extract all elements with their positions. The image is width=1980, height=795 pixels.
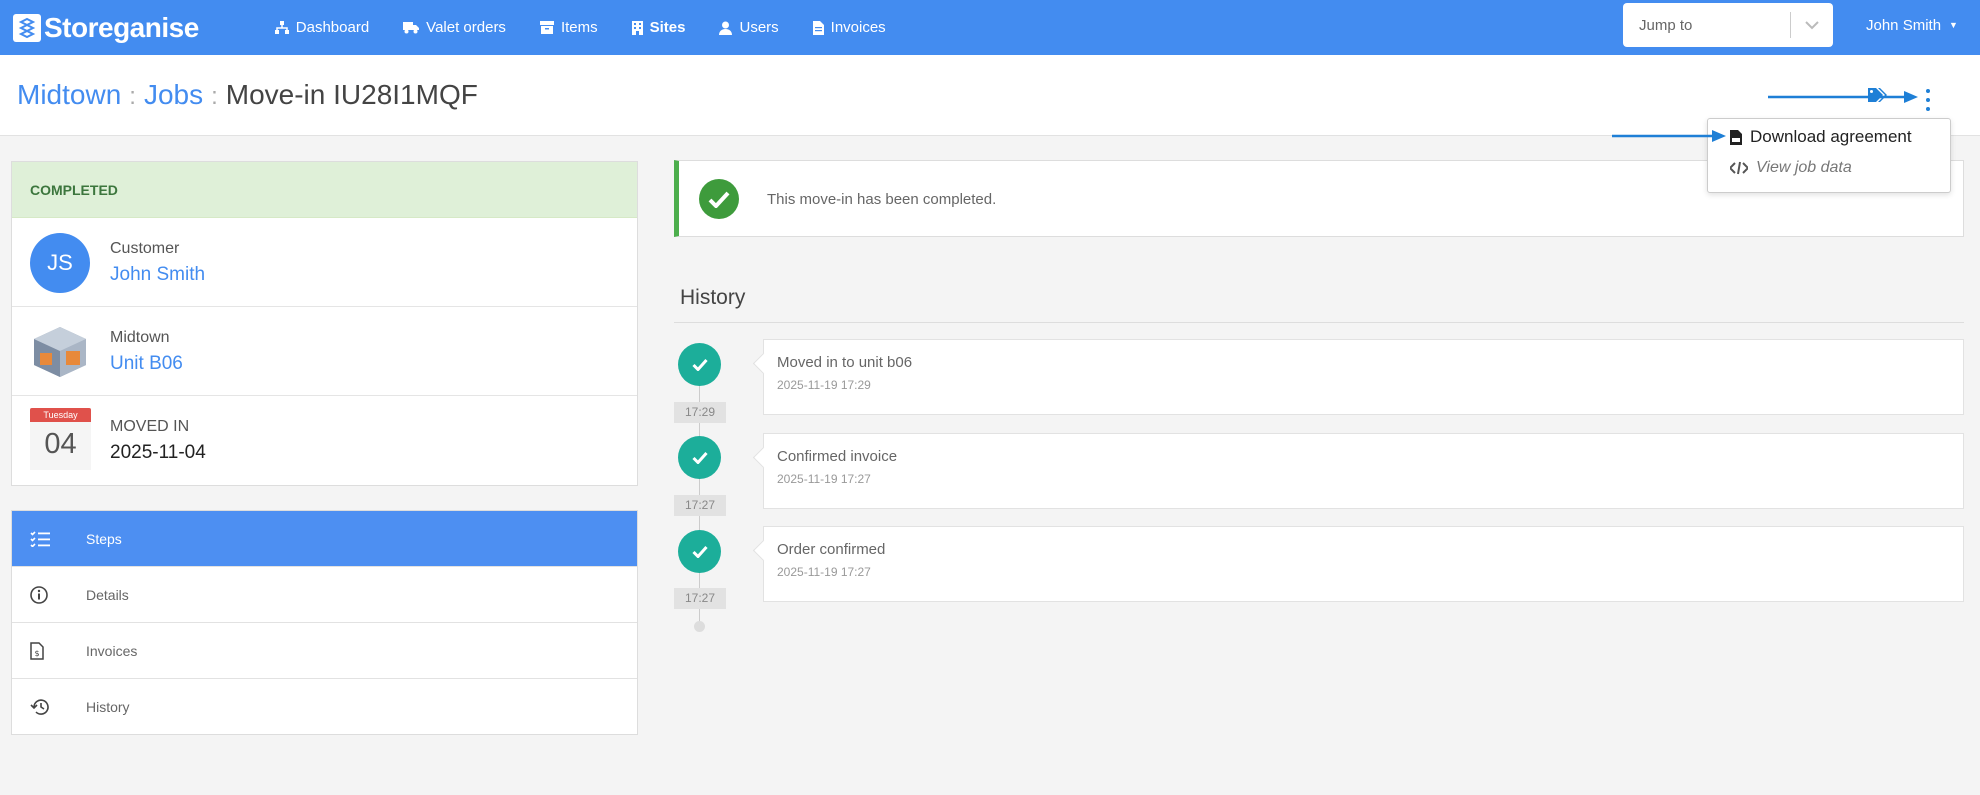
nav-items[interactable]: Items xyxy=(539,19,598,36)
view-job-data-item[interactable]: View job data xyxy=(1730,159,1852,177)
info-circle-icon xyxy=(30,585,70,604)
calendar-weekday: Tuesday xyxy=(30,408,91,422)
alert-message: This move-in has been completed. xyxy=(767,191,997,208)
breadcrumb-site[interactable]: Midtown xyxy=(17,79,121,111)
nav-users-label: Users xyxy=(739,19,779,36)
brand[interactable]: Storeganise xyxy=(13,0,199,55)
building-image-icon xyxy=(34,327,86,377)
timeline-end-dot xyxy=(694,621,705,632)
job-side-nav: Steps Details $ Invoices History xyxy=(11,510,638,735)
calendar-day: 04 xyxy=(44,428,77,460)
history-event-date: 2025-11-19 17:27 xyxy=(777,472,871,486)
breadcrumb-jobs[interactable]: Jobs xyxy=(144,79,203,111)
unit-link[interactable]: Unit B06 xyxy=(110,353,183,375)
sitemap-icon xyxy=(274,21,289,34)
more-options-menu: Download agreement View job data xyxy=(1707,118,1951,193)
nav-invoices-label: Invoices xyxy=(830,19,886,36)
nav-valet-orders-label: Valet orders xyxy=(426,19,506,36)
history-icon xyxy=(30,698,70,716)
customer-label: Customer xyxy=(110,240,180,257)
avatar: JS xyxy=(30,233,90,293)
timeline-time: 17:29 xyxy=(674,402,726,423)
breadcrumb: Midtown : Jobs : Move-in IU28I1MQF xyxy=(17,79,478,111)
job-summary-card: COMPLETED JS Customer John Smith Midtown… xyxy=(11,161,638,486)
brand-logo-icon xyxy=(13,13,41,42)
history-event-date: 2025-11-19 17:27 xyxy=(777,565,871,579)
customer-row: JS Customer John Smith xyxy=(12,218,637,307)
caret-down-icon: ▼ xyxy=(1949,20,1958,30)
history-event: Confirmed invoice 2025-11-19 17:27 xyxy=(763,433,1964,509)
calendar-icon: Tuesday 04 xyxy=(30,408,91,470)
history-event-title: Confirmed invoice xyxy=(777,448,898,465)
side-nav-steps-label: Steps xyxy=(86,530,122,547)
user-menu[interactable]: John Smith ▼ xyxy=(1866,0,1958,50)
breadcrumb-separator: : xyxy=(211,83,218,110)
archive-icon xyxy=(539,21,554,34)
side-nav-invoices-label: Invoices xyxy=(86,642,138,659)
history-event: Moved in to unit b06 2025-11-19 17:29 xyxy=(763,339,1964,415)
history-event-date: 2025-11-19 17:29 xyxy=(777,378,871,392)
nav-sites-label: Sites xyxy=(649,19,686,36)
history-event-title: Moved in to unit b06 xyxy=(777,354,913,371)
chevron-down-icon[interactable] xyxy=(1791,20,1833,30)
page-title: Move-in IU28I1MQF xyxy=(225,79,478,110)
history-divider xyxy=(674,322,1964,323)
side-nav-steps[interactable]: Steps xyxy=(12,511,637,567)
user-icon xyxy=(719,21,733,35)
user-name: John Smith xyxy=(1866,16,1942,34)
history-event: Order confirmed 2025-11-19 17:27 xyxy=(763,526,1964,602)
file-pdf-icon xyxy=(1730,129,1742,145)
annotation-arrow-icon xyxy=(1768,91,1918,103)
nav-sites[interactable]: Sites xyxy=(631,19,686,36)
brand-name: Storeganise xyxy=(44,11,199,43)
moved-in-date: 2025-11-04 xyxy=(110,442,206,463)
check-icon xyxy=(678,436,721,479)
invoice-icon: $ xyxy=(30,641,70,660)
nav-valet-orders[interactable]: Valet orders xyxy=(403,19,506,36)
side-nav-history[interactable]: History xyxy=(12,679,637,735)
side-nav-invoices[interactable]: $ Invoices xyxy=(12,623,637,679)
file-icon xyxy=(812,20,824,35)
check-icon xyxy=(678,530,721,573)
top-navbar: Storeganise Dashboard Valet orders Items… xyxy=(0,0,1980,55)
breadcrumb-separator: : xyxy=(129,83,136,110)
unit-site-label: Midtown xyxy=(110,329,170,346)
nav-users[interactable]: Users xyxy=(719,19,779,36)
nav-invoices[interactable]: Invoices xyxy=(812,19,886,36)
building-icon xyxy=(631,20,643,35)
side-nav-details-label: Details xyxy=(86,586,129,603)
more-options-icon[interactable] xyxy=(1924,89,1932,111)
view-job-data-label: View job data xyxy=(1756,159,1852,176)
unit-row: Midtown Unit B06 xyxy=(12,307,637,396)
history-heading: History xyxy=(680,286,746,309)
nav-dashboard[interactable]: Dashboard xyxy=(274,19,370,36)
code-icon xyxy=(1730,161,1748,175)
customer-name-link[interactable]: John Smith xyxy=(110,264,205,286)
download-agreement-item[interactable]: Download agreement xyxy=(1730,127,1912,147)
timeline-time: 17:27 xyxy=(674,588,726,609)
check-icon xyxy=(678,343,721,386)
moved-in-row: Tuesday 04 MOVED IN 2025-11-04 xyxy=(12,396,637,485)
nav-items-label: Items xyxy=(560,19,598,36)
side-nav-history-label: History xyxy=(86,699,130,715)
svg-text:$: $ xyxy=(34,649,39,658)
jump-to-placeholder: Jump to xyxy=(1639,16,1693,34)
side-nav-details[interactable]: Details xyxy=(12,567,637,623)
history-event-title: Order confirmed xyxy=(777,541,886,558)
download-agreement-label: Download agreement xyxy=(1750,127,1912,146)
nav-dashboard-label: Dashboard xyxy=(295,19,370,36)
status-badge: COMPLETED xyxy=(12,162,637,218)
timeline-time: 17:27 xyxy=(674,495,726,516)
page-header: Midtown : Jobs : Move-in IU28I1MQF xyxy=(0,55,1980,136)
truck-icon xyxy=(403,22,420,34)
annotation-arrow-icon xyxy=(1612,130,1726,142)
jump-to-select[interactable]: Jump to xyxy=(1623,3,1833,47)
list-check-icon xyxy=(30,530,70,547)
moved-in-label: MOVED IN xyxy=(110,418,190,435)
check-circle-icon xyxy=(699,179,739,219)
